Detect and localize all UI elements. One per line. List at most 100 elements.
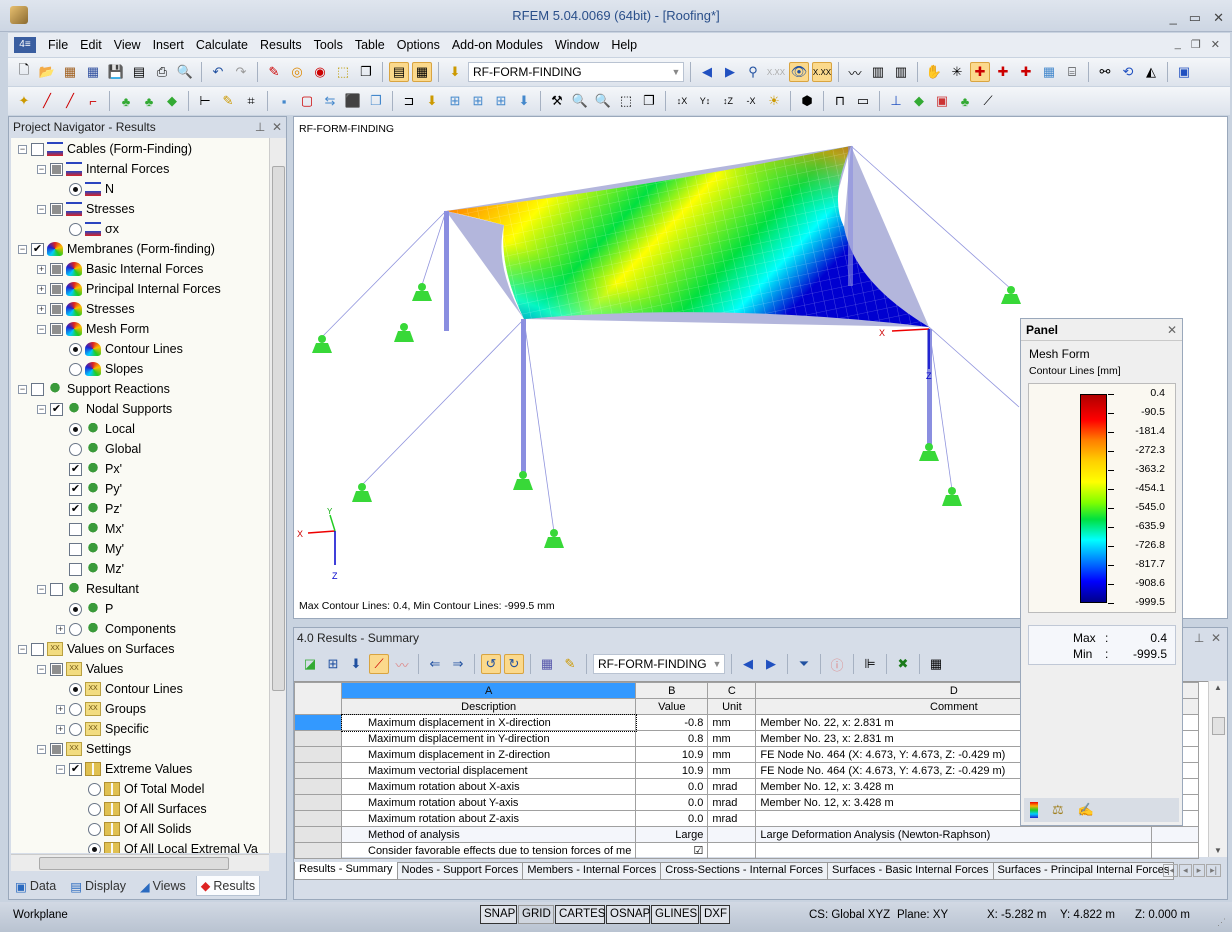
select-icon[interactable]: ⬚ bbox=[333, 62, 353, 82]
checkbox[interactable] bbox=[69, 542, 82, 556]
menu-help[interactable]: Help bbox=[605, 38, 643, 52]
radio-button[interactable] bbox=[88, 802, 101, 816]
checkbox[interactable] bbox=[50, 162, 63, 176]
radio-button[interactable] bbox=[69, 622, 82, 636]
polyline-icon[interactable]: ⌐ bbox=[83, 91, 103, 111]
hand-icon[interactable]: ✋ bbox=[924, 62, 944, 82]
results-tab[interactable]: Nodes - Support Forces bbox=[397, 862, 524, 880]
value-cell[interactable]: -0.8 bbox=[635, 714, 709, 731]
undo-icon[interactable]: ↶ bbox=[208, 62, 228, 82]
diagram-icon[interactable]: ▥ bbox=[868, 62, 888, 82]
tree-item[interactable]: My' bbox=[56, 539, 124, 559]
support-icon[interactable]: ♣ bbox=[116, 91, 136, 111]
radio-button[interactable] bbox=[69, 442, 82, 456]
navigator-vscrollbar[interactable] bbox=[269, 138, 286, 853]
radio-button[interactable] bbox=[69, 222, 82, 236]
prev-tab-icon[interactable]: ◂ bbox=[1179, 864, 1192, 877]
description-cell[interactable]: Maximum displacement in Z-direction bbox=[340, 746, 637, 763]
checkbox[interactable]: ✔ bbox=[50, 402, 63, 416]
notes-icon[interactable]: ▤ bbox=[129, 62, 149, 82]
tree-item[interactable]: Slopes bbox=[56, 359, 143, 379]
loads2-icon[interactable]: ⊞ bbox=[468, 91, 488, 111]
support-results-icon[interactable]: ♣ bbox=[955, 91, 975, 111]
row-header[interactable] bbox=[294, 746, 342, 763]
show-values-icon[interactable]: X.XX bbox=[812, 62, 832, 82]
unit-cell[interactable]: mm bbox=[707, 762, 757, 779]
collapse-icon[interactable]: − bbox=[56, 764, 65, 774]
cubes-icon[interactable]: ❐ bbox=[639, 91, 659, 111]
tree-item[interactable]: ✔ Pz' bbox=[56, 499, 122, 519]
tree-item[interactable]: − Support Reactions bbox=[18, 379, 170, 399]
radio-button[interactable] bbox=[69, 602, 82, 616]
value-cell[interactable]: ☑ bbox=[635, 842, 709, 859]
unit-cell[interactable]: mm bbox=[707, 714, 757, 731]
toggle-osnap[interactable]: OSNAP bbox=[606, 905, 650, 924]
collapse-icon[interactable]: − bbox=[37, 324, 46, 334]
tree-item[interactable]: N bbox=[56, 179, 114, 199]
expand-icon[interactable]: + bbox=[56, 724, 65, 734]
tree-item[interactable]: Global bbox=[56, 439, 141, 459]
collapse-icon[interactable]: − bbox=[18, 384, 27, 394]
tab-data[interactable]: ▣ Data bbox=[11, 877, 60, 896]
table-insert-icon[interactable]: ⊞ bbox=[323, 654, 343, 674]
doc-restore-button[interactable]: ❐ bbox=[1191, 38, 1201, 51]
checkbox[interactable] bbox=[50, 662, 63, 676]
panel-close-icon[interactable]: ✕ bbox=[1167, 323, 1177, 337]
tree-item[interactable]: ✔ Px' bbox=[56, 459, 122, 479]
lighting-icon[interactable]: ☀ bbox=[764, 91, 784, 111]
description-cell[interactable]: Maximum rotation about X-axis bbox=[340, 778, 637, 795]
color-scale-tab-icon[interactable] bbox=[1030, 802, 1038, 818]
load-case-combo[interactable]: RF-FORM-FINDING ▼ bbox=[468, 62, 684, 82]
unit-cell[interactable]: mm bbox=[707, 730, 757, 747]
solid-icon[interactable]: ⬛ bbox=[343, 91, 363, 111]
tree-item[interactable]: − ✔ Membranes (Form-finding) bbox=[18, 239, 215, 259]
column[interactable] bbox=[444, 211, 449, 331]
menu-add-on-modules[interactable]: Add-on Modules bbox=[446, 38, 549, 52]
checkbox[interactable]: ✔ bbox=[69, 762, 82, 776]
row-header[interactable] bbox=[294, 762, 342, 779]
menu-calculate[interactable]: Calculate bbox=[190, 38, 254, 52]
checkbox[interactable] bbox=[31, 382, 44, 396]
tree-item[interactable]: Of All Solids bbox=[75, 819, 191, 839]
balance-icon[interactable]: ⚖ bbox=[1052, 802, 1064, 818]
menu-table[interactable]: Table bbox=[349, 38, 391, 52]
load-case-icon[interactable]: ⬇ bbox=[445, 62, 465, 82]
collapse-icon[interactable]: − bbox=[18, 244, 27, 254]
scroll-thumb[interactable] bbox=[39, 857, 229, 870]
unit-cell[interactable]: mrad bbox=[707, 810, 757, 827]
radio-button[interactable] bbox=[88, 782, 101, 796]
table-edit-icon[interactable]: ◪ bbox=[300, 654, 320, 674]
checkbox[interactable] bbox=[50, 582, 63, 596]
value-cell[interactable]: Large bbox=[635, 826, 709, 843]
load-icon[interactable]: ⬇ bbox=[422, 91, 442, 111]
excel-icon[interactable]: ✖ bbox=[893, 654, 913, 674]
render-icon[interactable]: ▣ bbox=[1174, 62, 1194, 82]
expand-icon[interactable]: + bbox=[37, 264, 46, 274]
collapse-icon[interactable]: − bbox=[37, 164, 46, 174]
pencil-icon[interactable]: ✎ bbox=[264, 62, 284, 82]
row-header[interactable] bbox=[294, 810, 342, 827]
windows-icon[interactable]: ❐ bbox=[366, 91, 386, 111]
scroll-thumb[interactable] bbox=[1212, 717, 1225, 735]
checkbox[interactable] bbox=[31, 642, 44, 656]
tab-display[interactable]: ▤ Display bbox=[66, 877, 130, 896]
guide-icon[interactable]: ⌗ bbox=[241, 91, 261, 111]
view-y-axis-icon[interactable]: Y↕ bbox=[695, 91, 715, 111]
member-icon[interactable]: ╱ bbox=[60, 91, 80, 111]
export-icon[interactable]: ⇒ bbox=[448, 654, 468, 674]
new-icon[interactable]: 🗋 bbox=[14, 62, 34, 82]
minimize-button[interactable]: _ bbox=[1170, 10, 1177, 26]
column-header-description[interactable]: Description bbox=[340, 698, 637, 715]
zoom-all-icon[interactable]: 🔍 bbox=[593, 91, 613, 111]
collapse-icon[interactable]: − bbox=[37, 404, 46, 414]
collapse-icon[interactable]: − bbox=[37, 204, 46, 214]
menu-insert[interactable]: Insert bbox=[147, 38, 190, 52]
unit-cell[interactable]: mm bbox=[707, 746, 757, 763]
resize-grip[interactable]: ⋰ bbox=[1217, 917, 1226, 928]
grid-view-icon[interactable]: ▦ bbox=[412, 62, 432, 82]
tree-item[interactable]: ✔ Py' bbox=[56, 479, 122, 499]
table-row[interactable]: Consider favorable effects due to tensio… bbox=[294, 842, 1200, 859]
radio-button[interactable] bbox=[69, 362, 82, 376]
column-header-value[interactable]: Value bbox=[635, 698, 709, 715]
description-cell[interactable]: Maximum vectorial displacement bbox=[340, 762, 637, 779]
